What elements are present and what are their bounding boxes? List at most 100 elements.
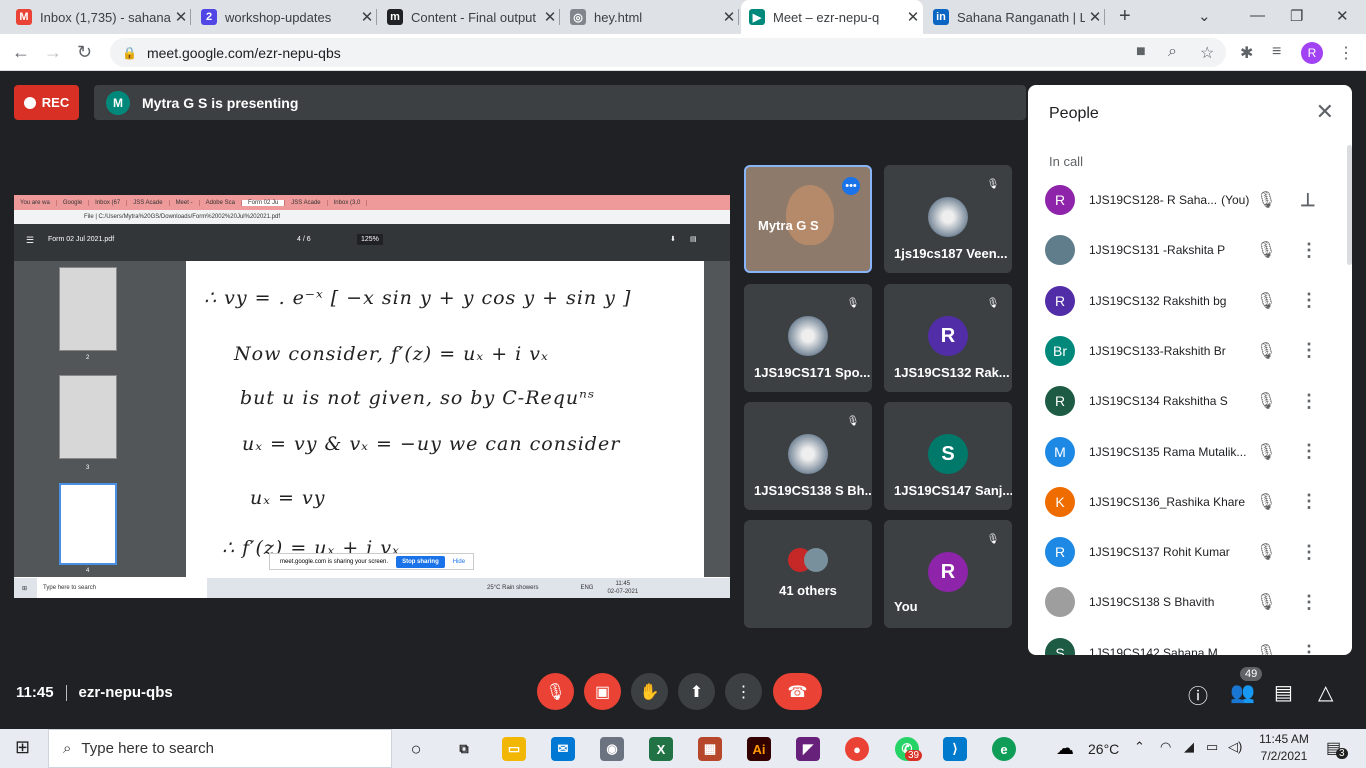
more-vert-icon[interactable]: ⋮ xyxy=(1300,391,1318,412)
mic-off-icon: 🎙 xyxy=(1256,544,1277,562)
task-view-icon[interactable]: ⧉ xyxy=(452,737,476,761)
browser-tab[interactable]: ▶ Meet – ezr-nepu-q ✕ xyxy=(741,0,923,34)
wifi-icon[interactable]: ◠ xyxy=(1160,739,1171,755)
chrome-icon[interactable]: ● xyxy=(845,737,869,761)
taskbar-search[interactable]: ⌕ Type here to search xyxy=(48,729,392,768)
close-tab-icon[interactable]: ✕ xyxy=(903,8,923,26)
zoom-icon[interactable]: ⌕ xyxy=(1168,43,1177,61)
window-close-icon[interactable]: ✕ xyxy=(1336,7,1349,25)
close-icon[interactable]: ✕ xyxy=(1316,99,1334,125)
tray-chevron-icon[interactable]: ⌃ xyxy=(1134,739,1145,755)
network-icon[interactable]: ◢ xyxy=(1184,739,1194,755)
visual-studio-icon[interactable]: ◤ xyxy=(796,737,820,761)
participant-row[interactable]: R 1JS19CS132 Rakshith bg 🎙 ⋮ xyxy=(1028,276,1352,326)
more-vert-icon[interactable]: ⋮ xyxy=(1300,441,1318,462)
participant-name: 1JS19CS137 Rohit Kumar xyxy=(1089,545,1230,560)
hand-icon: ✋ xyxy=(639,683,660,701)
shared-taskbar: ⊞ Type here to search 25°C Rain showers … xyxy=(14,578,730,598)
leave-call-button[interactable]: ☎ xyxy=(773,673,822,710)
camera-app-icon[interactable]: ◉ xyxy=(600,737,624,761)
more-vert-icon[interactable]: ⋮ xyxy=(1300,290,1318,311)
more-vert-icon[interactable]: ⋮ xyxy=(1300,240,1318,261)
new-tab-button[interactable]: + xyxy=(1119,5,1131,28)
shared-lang: ENG xyxy=(580,585,594,591)
present-button[interactable]: ⬆ xyxy=(678,673,715,710)
participant-avatar: K xyxy=(1045,486,1075,517)
browser-tab[interactable]: M Inbox (1,735) - sahana ✕ xyxy=(8,0,191,34)
more-vert-icon[interactable]: ⋮ xyxy=(1300,542,1318,563)
browser-tab[interactable]: in Sahana Ranganath | Li ✕ xyxy=(925,0,1105,34)
camera-icon[interactable]: ■ xyxy=(1136,43,1146,61)
activities-icon[interactable]: △ xyxy=(1318,680,1333,705)
menu-dots-icon[interactable]: ⋮ xyxy=(1338,43,1354,63)
volume-icon[interactable]: ◁) xyxy=(1228,739,1242,755)
close-tab-icon[interactable]: ✕ xyxy=(171,8,191,26)
close-tab-icon[interactable]: ✕ xyxy=(540,8,560,26)
browser-tab[interactable]: 2 workshop-updates ✕ xyxy=(193,0,377,34)
microphone-off-button[interactable]: 🎙 xyxy=(537,673,574,710)
browser-tab[interactable]: ◎ hey.html ✕ xyxy=(562,0,739,34)
maximize-icon[interactable]: ❐ xyxy=(1290,7,1303,25)
participant-row[interactable]: K 1JS19CS136_Rashika Khare 🎙 ⋮ xyxy=(1028,477,1352,527)
participant-tile[interactable]: 🎙 1JS19CS138 S Bh... xyxy=(744,402,872,510)
chat-icon[interactable]: ▤ xyxy=(1274,680,1293,705)
participant-row[interactable]: Br 1JS19CS133-Rakshith Br 🎙 ⋮ xyxy=(1028,326,1352,376)
minimize-icon[interactable]: — xyxy=(1250,7,1265,24)
close-tab-icon[interactable]: ✕ xyxy=(357,8,377,26)
more-vert-icon[interactable]: ⋮ xyxy=(1300,340,1318,361)
participant-row[interactable]: R 1JS19CS137 Rohit Kumar 🎙 ⋮ xyxy=(1028,527,1352,577)
address-bar[interactable]: 🔒 meet.google.com/ezr-nepu-qbs xyxy=(110,38,1226,67)
people-icon[interactable]: 👥 xyxy=(1230,680,1255,705)
participant-row[interactable]: 1JS19CS131 -Rakshita P 🎙 ⋮ xyxy=(1028,225,1352,275)
pin-icon[interactable]: ⊥ xyxy=(1300,190,1316,211)
participant-tile[interactable]: S 1JS19CS147 Sanj... xyxy=(884,402,1012,510)
extensions-icon[interactable]: ✱ xyxy=(1240,43,1253,63)
more-vert-icon[interactable]: ⋮ xyxy=(1300,592,1318,613)
pdf-zoom: 125% xyxy=(357,234,383,245)
more-options-icon[interactable]: ••• xyxy=(842,177,860,195)
raise-hand-button[interactable]: ✋ xyxy=(631,673,668,710)
cortana-icon[interactable]: ○ xyxy=(404,737,428,761)
participant-tile[interactable]: R 🎙 You xyxy=(884,520,1012,628)
profile-avatar[interactable]: R xyxy=(1301,42,1323,64)
browser-tab[interactable]: m Content - Final output ✕ xyxy=(379,0,560,34)
tab-search-icon[interactable]: ⌄ xyxy=(1198,7,1211,25)
participant-tile[interactable]: 🎙 1js19cs187 Veen... xyxy=(884,165,1012,273)
forward-icon[interactable]: → xyxy=(44,42,62,63)
taskbar-search-text: Type here to search xyxy=(81,740,214,757)
file-explorer-icon[interactable]: ▭ xyxy=(502,737,526,761)
weather-temp[interactable]: 26°C xyxy=(1088,741,1119,757)
store-icon[interactable]: ▦ xyxy=(698,737,722,761)
participant-tile[interactable]: 🎙 1JS19CS171 Spo... xyxy=(744,284,872,392)
close-tab-icon[interactable]: ✕ xyxy=(719,8,739,26)
more-options-button[interactable]: ⋮ xyxy=(725,673,762,710)
reload-icon[interactable]: ↻ xyxy=(77,42,92,63)
participant-tile[interactable]: R 🎙 1JS19CS132 Rak... xyxy=(884,284,1012,392)
participant-row[interactable]: M 1JS19CS135 Rama Mutalik... 🎙 ⋮ xyxy=(1028,427,1352,477)
excel-icon[interactable]: X xyxy=(649,737,673,761)
pdf-thumbnails: 2 3 4 xyxy=(14,261,164,577)
back-icon[interactable]: ← xyxy=(12,42,30,63)
vscode-icon[interactable]: ⟩ xyxy=(943,737,967,761)
taskbar-clock[interactable]: 11:45 AM 7/2/2021 xyxy=(1256,731,1312,765)
tab-title: Content - Final output xyxy=(411,9,537,25)
participant-row[interactable]: 1JS19CS138 S Bhavith 🎙 ⋮ xyxy=(1028,577,1352,627)
close-tab-icon[interactable]: ✕ xyxy=(1085,8,1105,26)
battery-icon[interactable]: ▭ xyxy=(1206,739,1218,755)
edge-icon[interactable]: e xyxy=(992,737,1016,761)
windows-start-icon[interactable]: ⊞ xyxy=(15,737,30,758)
participant-row[interactable]: R 1JS19CS134 Rakshitha S 🎙 ⋮ xyxy=(1028,376,1352,426)
bookmark-star-icon[interactable]: ☆ xyxy=(1200,43,1214,63)
camera-off-button[interactable]: ▣ xyxy=(584,673,621,710)
mail-icon[interactable]: ✉ xyxy=(551,737,575,761)
scrollbar[interactable] xyxy=(1347,145,1352,265)
participant-tile[interactable]: ••• Mytra G S xyxy=(744,165,872,273)
media-icon[interactable]: ≡ xyxy=(1272,43,1281,61)
shared-tab: Inbox (3,0 xyxy=(328,199,368,206)
illustrator-icon[interactable]: Ai xyxy=(747,737,771,761)
more-vert-icon[interactable]: ⋮ xyxy=(1300,491,1318,512)
info-icon[interactable]: ⓘ xyxy=(1188,680,1208,709)
participant-row[interactable]: R 1JS19CS128- R Saha... (You) 🎙 ⊥ xyxy=(1028,175,1352,225)
participant-tile[interactable]: 41 others xyxy=(744,520,872,628)
weather-icon[interactable]: ☁ xyxy=(1056,738,1074,759)
